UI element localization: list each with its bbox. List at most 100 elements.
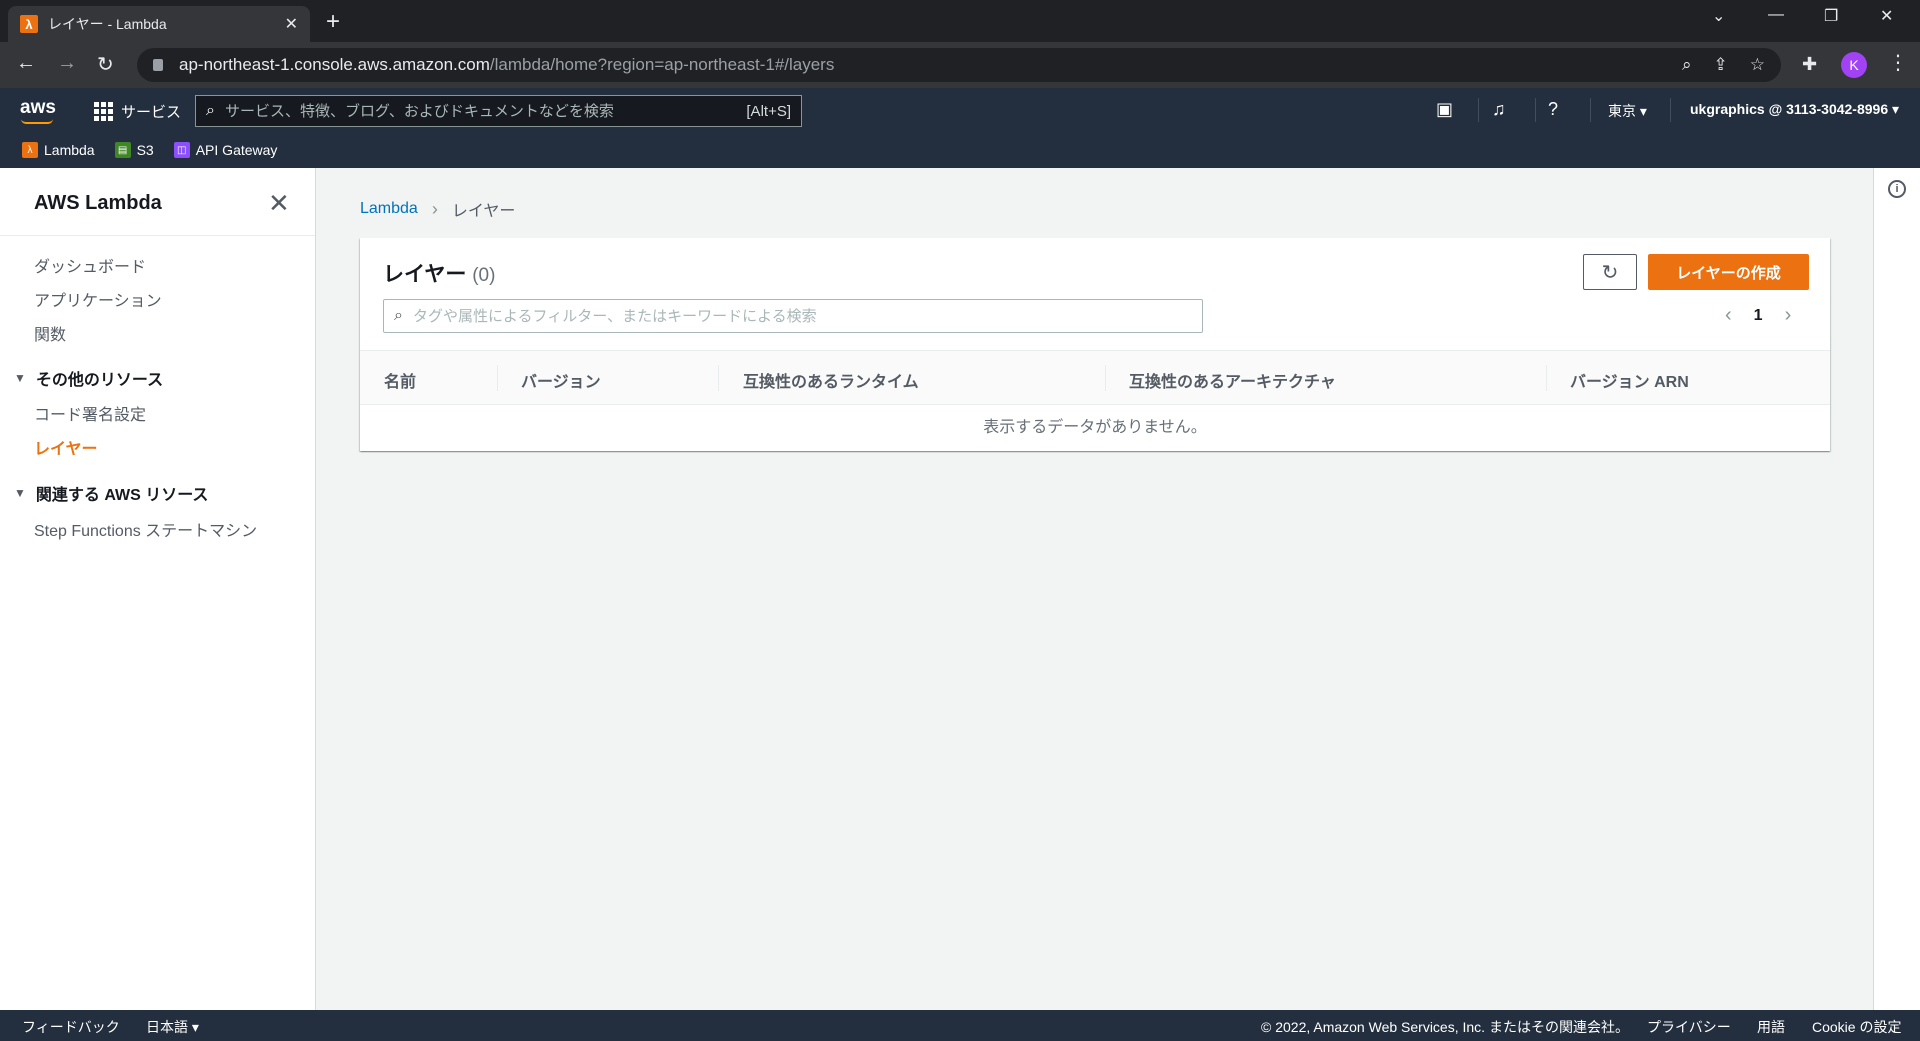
column-name[interactable]: 名前 [384,368,416,392]
favorite-label: API Gateway [195,142,278,158]
aws-search-box: ⌕ [Alt+S] [195,95,802,127]
restore-icon[interactable]: ❐ [1824,6,1838,26]
star-icon[interactable]: ☆ [1750,55,1765,75]
column-version[interactable]: バージョン [521,368,601,392]
panel-title-text: レイヤー [383,263,467,286]
caret-down-icon: ▼ [14,371,26,385]
tools-rail [1873,168,1920,1010]
chevron-right-icon[interactable]: › [1785,304,1792,327]
sidebar-item-dashboard[interactable]: ダッシュボード [34,253,146,277]
search-icon: ⌕ [206,102,215,119]
language-selector[interactable]: 日本語 ▾ [146,1017,199,1037]
services-label: サービス [121,104,182,121]
breadcrumb: Lambda › レイヤー [360,197,515,221]
chevron-right-icon: › [431,198,438,219]
share-icon[interactable]: ⇪ [1714,55,1728,75]
refresh-icon: ↻ [1601,261,1619,284]
nav-divider [1478,98,1479,122]
more-icon[interactable]: ⋮ [1888,50,1908,75]
column-divider [1546,365,1547,391]
sidebar-section-other-resources[interactable]: ▼ その他のリソース [14,366,163,390]
bell-icon[interactable]: ♫ [1492,99,1506,120]
extensions-icon[interactable]: ✚ [1802,54,1817,75]
layers-panel: レイヤー (0) ↻ レイヤーの作成 ⌕ ‹ 1 › 名前 バージョン 互換性の… [360,238,1830,451]
column-divider [718,365,719,391]
close-window-icon[interactable]: ✕ [1880,6,1893,26]
chevron-down-icon[interactable]: ⌄ [1712,6,1725,26]
lock-icon [153,59,163,71]
close-tab-icon[interactable]: ✕ [285,14,298,34]
sidebar-item-code-signing[interactable]: コード署名設定 [34,401,146,425]
url-host: ap-northeast-1.console.aws.amazon.com [179,55,490,74]
sidebar-item-layers[interactable]: レイヤー [34,435,98,459]
help-icon[interactable]: ? [1548,99,1558,120]
chevron-left-icon[interactable]: ‹ [1725,304,1732,327]
filter-input[interactable] [412,307,1192,325]
cookie-settings-link[interactable]: Cookie の設定 [1812,1017,1901,1037]
column-runtimes[interactable]: 互換性のあるランタイム [743,368,919,392]
aws-top-nav: aws サービス ⌕ [Alt+S] ▣ ♫ ? 東京 ▾ ukgraphics… [0,88,1920,132]
cloudshell-icon[interactable]: ▣ [1436,99,1453,120]
aws-logo[interactable]: aws [20,97,56,119]
avatar[interactable]: K [1841,52,1867,78]
url-field[interactable]: ap-northeast-1.console.aws.amazon.com/la… [137,48,1781,82]
services-menu-button[interactable]: サービス [94,101,181,122]
pagination: ‹ 1 › [1725,304,1791,327]
favorite-s3[interactable]: ▤ S3 [114,142,154,158]
sidebar-item-step-functions[interactable]: Step Functions ステートマシン [34,517,257,541]
sidebar: AWS Lambda ✕ ダッシュボード アプリケーション 関数 ▼ その他のリ… [0,168,316,1010]
column-architectures[interactable]: 互換性のあるアーキテクチャ [1129,368,1336,392]
caret-down-icon: ▼ [14,486,26,500]
breadcrumb-current: レイヤー [451,203,516,220]
browser-tab-bar: λ レイヤー - Lambda ✕ + ⌄ — ❐ ✕ [0,0,1920,42]
forward-icon[interactable]: → [57,52,77,75]
breadcrumb-lambda[interactable]: Lambda [360,200,418,218]
refresh-button[interactable]: ↻ [1583,254,1637,290]
sidebar-item-functions[interactable]: 関数 [34,321,66,345]
back-icon[interactable]: ← [16,52,36,75]
reload-icon[interactable]: ↻ [97,52,114,77]
sidebar-title[interactable]: AWS Lambda [34,192,162,215]
info-icon[interactable]: i [1888,180,1906,198]
account-menu[interactable]: ukgraphics @ 3113-3042-8996 ▾ [1690,101,1899,118]
aws-logo-smile [21,119,53,124]
column-divider [497,365,498,391]
aws-search-input[interactable] [224,102,747,120]
sidebar-header: AWS Lambda ✕ [0,168,315,236]
api-gateway-icon: ◫ [173,142,190,158]
favorite-label: Lambda [44,142,95,158]
sidebar-section-related-resources[interactable]: ▼ 関連する AWS リソース [14,481,208,505]
tab-title: レイヤー - Lambda [48,16,167,32]
empty-table-message: 表示するデータがありません。 [983,419,1207,436]
s3-icon: ▤ [114,142,131,158]
privacy-link[interactable]: プライバシー [1647,1017,1731,1037]
filter-box: ⌕ [383,299,1203,333]
favorite-api-gateway[interactable]: ◫ API Gateway [173,142,278,158]
nav-divider [1670,98,1671,122]
nav-divider [1535,98,1536,122]
lambda-icon: λ [20,15,38,33]
nav-divider [1590,98,1591,122]
section-label: 関連する AWS リソース [35,487,209,504]
url-path: /lambda/home?region=ap-northeast-1#/laye… [489,55,835,74]
create-layer-button[interactable]: レイヤーの作成 [1648,254,1809,290]
footer: フィードバック 日本語 ▾ © 2022, Amazon Web Service… [0,1010,1920,1041]
page-number[interactable]: 1 [1754,307,1763,325]
minimize-icon[interactable]: — [1768,6,1784,24]
column-divider [1105,365,1106,391]
feedback-link[interactable]: フィードバック [22,1017,120,1037]
favorite-label: S3 [136,142,154,158]
grid-icon [94,102,113,121]
new-tab-icon[interactable]: + [326,8,340,36]
close-icon[interactable]: ✕ [268,188,290,219]
favorites-bar: λ Lambda ▤ S3 ◫ API Gateway [0,132,1920,168]
browser-tab[interactable]: λ レイヤー - Lambda ✕ [8,6,310,42]
copyright-text: © 2022, Amazon Web Services, Inc. またはその関… [1261,1019,1629,1035]
region-selector[interactable]: 東京 ▾ [1608,101,1647,121]
terms-link[interactable]: 用語 [1757,1017,1785,1037]
sidebar-item-applications[interactable]: アプリケーション [34,287,162,311]
zoom-icon[interactable]: ⌕ [1682,55,1692,75]
column-version-arn[interactable]: バージョン ARN [1570,368,1689,392]
favorite-lambda[interactable]: λ Lambda [22,142,95,158]
search-icon: ⌕ [394,307,403,324]
